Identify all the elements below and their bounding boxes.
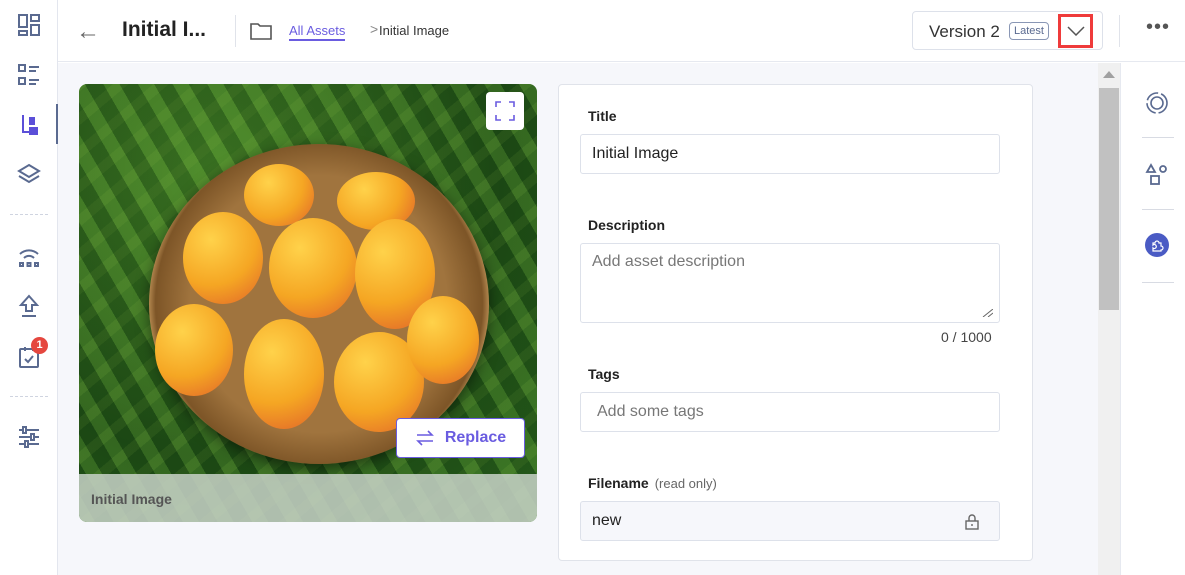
left-sidebar: 1: [0, 0, 58, 575]
version-label: Version 2: [929, 22, 1000, 41]
read-only-note: (read only): [654, 476, 717, 491]
divider: [1119, 15, 1120, 47]
fullscreen-button[interactable]: [486, 92, 524, 130]
title-label: Title: [588, 108, 617, 124]
image-caption-bar: Initial Image: [79, 474, 537, 522]
swap-icon: [415, 430, 434, 446]
description-placeholder: Add asset description: [592, 253, 745, 270]
plugin-icon[interactable]: [1145, 233, 1169, 257]
list-icon[interactable]: [17, 63, 41, 87]
description-textarea[interactable]: Add asset description: [580, 243, 1000, 323]
latest-badge: Latest: [1009, 22, 1049, 40]
description-label: Description: [588, 217, 666, 233]
more-options-button[interactable]: •••: [1146, 16, 1170, 39]
settings-sliders-icon[interactable]: [17, 425, 41, 449]
top-header: ← Initial I... All Assets > Initial Imag…: [58, 0, 1185, 62]
divider: [10, 214, 48, 215]
divider: [235, 15, 236, 47]
version-selector[interactable]: Version 2 Latest: [912, 11, 1103, 50]
breadcrumb-separator: >: [370, 21, 379, 37]
chevron-down-icon: [1066, 26, 1085, 36]
layers-icon[interactable]: [17, 163, 41, 187]
version-dropdown-button[interactable]: [1058, 14, 1093, 48]
page-title: Initial I...: [122, 18, 207, 41]
upload-icon[interactable]: [17, 294, 41, 318]
target-icon[interactable]: [1145, 91, 1169, 115]
breadcrumb-current: Initial Image: [379, 23, 450, 38]
scrollbar-thumb[interactable]: [1099, 88, 1119, 310]
folder-icon: [250, 23, 272, 40]
filename-label: Filename (read only): [588, 475, 717, 491]
shapes-icon[interactable]: [1145, 163, 1169, 187]
expand-icon: [495, 101, 515, 121]
divider: [1142, 282, 1174, 283]
divider: [10, 396, 48, 397]
replace-button[interactable]: Replace: [396, 418, 525, 458]
right-panel: [1120, 63, 1185, 575]
title-value: Initial Image: [592, 145, 679, 162]
network-icon[interactable]: [17, 245, 41, 269]
resize-handle-icon[interactable]: [981, 309, 993, 317]
assets-icon[interactable]: [17, 113, 41, 137]
filename-label-text: Filename: [588, 475, 649, 491]
filename-input: new: [580, 501, 1000, 541]
title-input[interactable]: Initial Image: [580, 134, 1000, 174]
asset-details-form: Title Initial Image Description Add asse…: [558, 84, 1033, 561]
dashboard-icon[interactable]: [17, 13, 41, 37]
tags-placeholder: Add some tags: [597, 403, 704, 420]
filename-value: new: [592, 512, 622, 529]
replace-label: Replace: [444, 429, 507, 446]
breadcrumb-all-assets[interactable]: All Assets: [289, 23, 346, 41]
character-counter: 0 / 1000: [941, 329, 992, 345]
vertical-scrollbar[interactable]: [1098, 63, 1120, 575]
divider: [1142, 209, 1174, 210]
scroll-up-arrow-icon[interactable]: [1103, 71, 1115, 78]
tags-label: Tags: [588, 366, 620, 382]
asset-image-preview: Replace Initial Image: [79, 84, 537, 522]
divider: [1142, 137, 1174, 138]
mango-basket-image: [149, 144, 489, 464]
tags-input[interactable]: Add some tags: [580, 392, 1000, 432]
main-content: Replace Initial Image Title Initial Imag…: [58, 63, 1098, 575]
back-arrow-icon[interactable]: ←: [76, 18, 100, 46]
tasks-badge: 1: [31, 337, 48, 354]
image-caption: Initial Image: [91, 491, 172, 507]
lock-icon: [965, 514, 979, 530]
